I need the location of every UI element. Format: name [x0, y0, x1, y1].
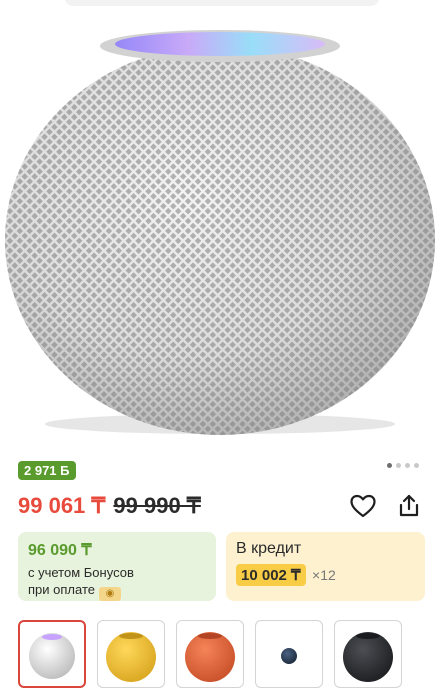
credit-title: В кредит	[236, 540, 302, 557]
product-image[interactable]	[0, 0, 443, 452]
color-variants	[18, 620, 402, 688]
bonus-note-line1: с учетом Бонусов	[28, 565, 134, 580]
share-icon	[399, 494, 419, 517]
price-row: 99 061 ₸ 99 990 ₸	[18, 493, 201, 521]
bonus-badge: 2 971 Б	[18, 461, 76, 480]
homepod-mini-image	[5, 30, 435, 435]
bonus-note-line2: при оплате	[28, 582, 95, 597]
old-price: 99 990 ₸	[113, 493, 201, 518]
variant-thumb-yellow[interactable]	[97, 620, 165, 688]
share-button[interactable]	[394, 491, 424, 521]
gallery-dot[interactable]	[405, 463, 410, 468]
variant-thumb-white[interactable]	[18, 620, 86, 688]
credit-months: ×12	[312, 567, 336, 583]
heart-icon	[350, 494, 376, 518]
current-price: 99 061 ₸	[18, 493, 106, 518]
gallery-dot[interactable]	[396, 463, 401, 468]
variant-thumb-blue[interactable]	[255, 620, 323, 688]
homepod-yellow-thumb	[106, 632, 156, 682]
variant-thumb-orange[interactable]	[176, 620, 244, 688]
gallery-pagination	[387, 463, 419, 468]
gallery-dot[interactable]	[414, 463, 419, 468]
homepod-space-gray-thumb	[343, 632, 393, 682]
homepod-white-thumb	[29, 633, 75, 679]
payment-method-icon: ◉	[98, 587, 121, 601]
favorite-button[interactable]	[348, 491, 378, 521]
homepod-blue-thumb	[281, 648, 297, 664]
bonus-price: 96 090 ₸	[28, 542, 92, 559]
bonus-price-card[interactable]: 96 090 ₸ с учетом Бонусов при оплате ◉	[18, 532, 216, 601]
credit-monthly-amount: 10 002 ₸	[236, 564, 306, 586]
gallery-dot[interactable]	[387, 463, 392, 468]
credit-card[interactable]: В кредит 10 002 ₸ ×12	[226, 532, 425, 601]
homepod-orange-thumb	[185, 632, 235, 682]
variant-thumb-space-gray[interactable]	[334, 620, 402, 688]
